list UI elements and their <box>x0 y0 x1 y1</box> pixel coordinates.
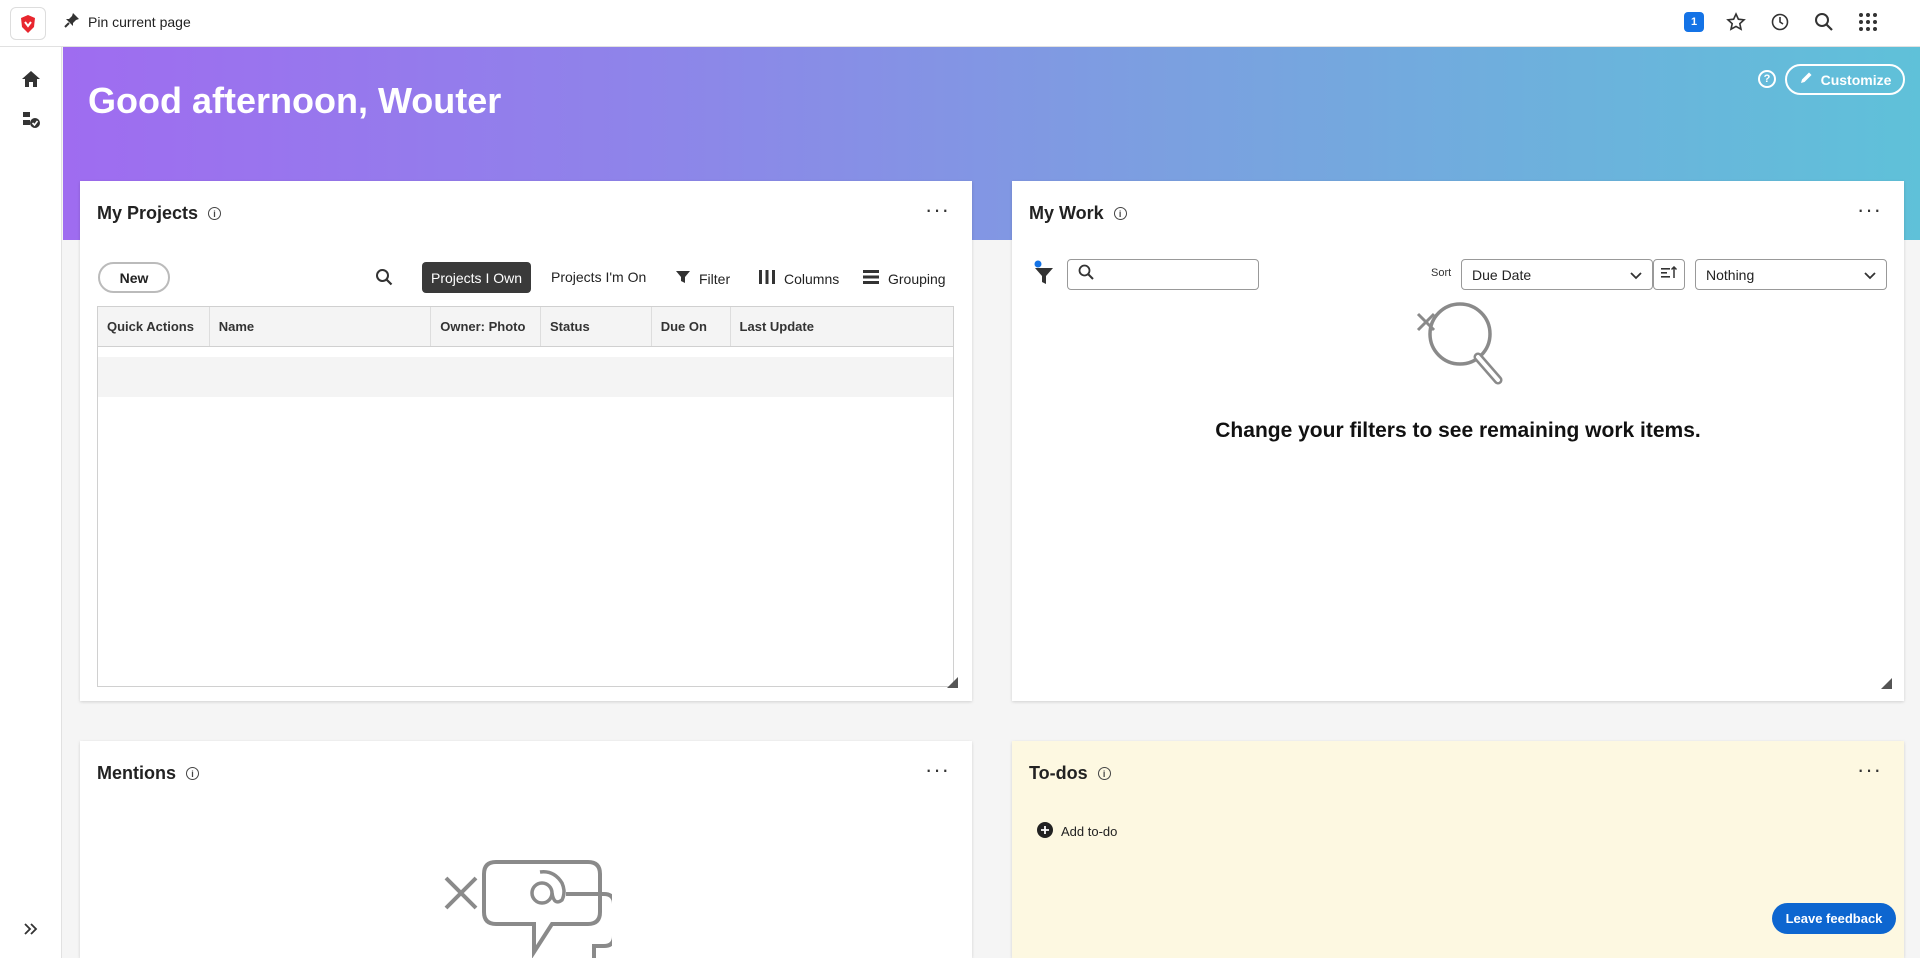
card-title: My Work <box>1029 203 1104 223</box>
work-search-input[interactable] <box>1067 259 1259 290</box>
sort-label: Sort <box>1431 267 1452 279</box>
leave-feedback-button[interactable]: Leave feedback <box>1772 903 1896 934</box>
app-grid-icon[interactable] <box>1856 10 1880 34</box>
mentions-card: Mentions i ··· <box>80 741 972 958</box>
sort-select[interactable]: Due Date <box>1461 259 1653 290</box>
add-todo-button[interactable]: Add to-do <box>1037 822 1117 841</box>
table-header: Quick Actions Name Owner: Photo Status D… <box>98 307 953 347</box>
grouping-icon <box>862 269 880 288</box>
resize-handle[interactable] <box>947 677 958 688</box>
columns-icon <box>758 269 776 288</box>
pencil-icon <box>1799 71 1813 88</box>
mentions-header: Mentions i <box>97 763 199 784</box>
column-header[interactable]: Quick Actions <box>98 307 210 346</box>
empty-state-message: Change your filters to see remaining wor… <box>1215 419 1701 442</box>
top-bar: Pin current page 1 <box>0 0 1920 47</box>
info-icon[interactable]: i <box>1113 207 1127 220</box>
my-work-card: My Work i ··· Sort Due Date Nothing Chan… <box>1012 181 1904 701</box>
my-work-header: My Work i <box>1029 203 1127 224</box>
column-header[interactable]: Last Update <box>731 307 953 346</box>
tab-projects-im-on[interactable]: Projects I'm On <box>551 269 646 285</box>
left-rail <box>0 47 62 958</box>
history-icon[interactable] <box>1768 10 1792 34</box>
projects-check-icon[interactable] <box>19 107 43 131</box>
pin-label: Pin current page <box>88 13 191 30</box>
filter-icon <box>675 269 691 288</box>
more-options-button[interactable]: ··· <box>925 759 950 781</box>
sort-value: Due Date <box>1472 266 1532 283</box>
more-options-button[interactable]: ··· <box>1857 759 1882 781</box>
info-icon[interactable]: i <box>208 207 222 220</box>
info-icon[interactable]: i <box>186 767 199 780</box>
columns-button[interactable]: Columns <box>758 269 839 288</box>
more-options-button[interactable]: ··· <box>1857 199 1882 221</box>
help-icon[interactable]: ? <box>1758 70 1776 88</box>
card-title: To-dos <box>1029 763 1088 783</box>
customize-label: Customize <box>1820 71 1892 88</box>
grouping-button[interactable]: Grouping <box>862 269 946 288</box>
my-projects-header: My Projects i <box>97 203 222 224</box>
my-projects-card: My Projects i ··· New Projects I Own Pro… <box>80 181 972 701</box>
projects-table: Quick Actions Name Owner: Photo Status D… <box>97 306 954 687</box>
greeting-title: Good afternoon, Wouter <box>88 80 502 121</box>
chevron-down-icon <box>1864 267 1876 283</box>
card-title: Mentions <box>97 763 176 783</box>
search-icon[interactable] <box>375 268 393 286</box>
star-icon[interactable] <box>1724 10 1748 34</box>
sort-ascending-icon <box>1660 265 1678 283</box>
home-icon[interactable] <box>19 67 43 91</box>
column-header[interactable]: Status <box>541 307 652 346</box>
chevron-double-right-icon[interactable] <box>19 917 43 941</box>
notification-badge[interactable]: 1 <box>1684 12 1704 32</box>
grouping-label: Grouping <box>888 270 946 287</box>
add-todo-label: Add to-do <box>1061 824 1118 839</box>
tab-projects-i-own[interactable]: Projects I Own <box>422 262 531 293</box>
customize-button[interactable]: Customize <box>1785 64 1905 95</box>
pin-current-page-button[interactable]: Pin current page <box>64 12 191 31</box>
card-title: My Projects <box>97 203 199 223</box>
filter-active-icon[interactable] <box>1032 259 1056 287</box>
column-header[interactable]: Due On <box>652 307 731 346</box>
filter-button[interactable]: Filter <box>675 269 730 288</box>
tab-label: Projects I'm On <box>551 269 647 285</box>
columns-label: Columns <box>784 270 840 287</box>
brand-logo-icon[interactable] <box>10 7 46 40</box>
group-select[interactable]: Nothing <box>1695 259 1887 290</box>
todos-card: To-dos i ··· Add to-do <box>1012 741 1904 958</box>
column-header[interactable]: Name <box>210 307 432 346</box>
new-project-button[interactable]: New <box>98 262 170 293</box>
column-header[interactable]: Owner: Photo <box>431 307 541 346</box>
chevron-down-icon <box>1630 267 1642 283</box>
pin-icon <box>64 12 80 31</box>
search-icon <box>1078 264 1094 285</box>
resize-handle[interactable] <box>1881 678 1892 689</box>
no-results-magnifier-icon <box>1404 294 1516 386</box>
more-options-button[interactable]: ··· <box>925 199 950 221</box>
search-icon[interactable] <box>1812 10 1836 34</box>
filter-label: Filter <box>699 270 731 287</box>
todos-header: To-dos i <box>1029 763 1111 784</box>
table-row <box>98 357 953 397</box>
add-circle-icon <box>1037 822 1053 841</box>
no-mentions-icon <box>442 856 616 958</box>
sort-direction-button[interactable] <box>1653 259 1685 290</box>
info-icon[interactable]: i <box>1097 767 1111 780</box>
group-value: Nothing <box>1706 266 1755 283</box>
